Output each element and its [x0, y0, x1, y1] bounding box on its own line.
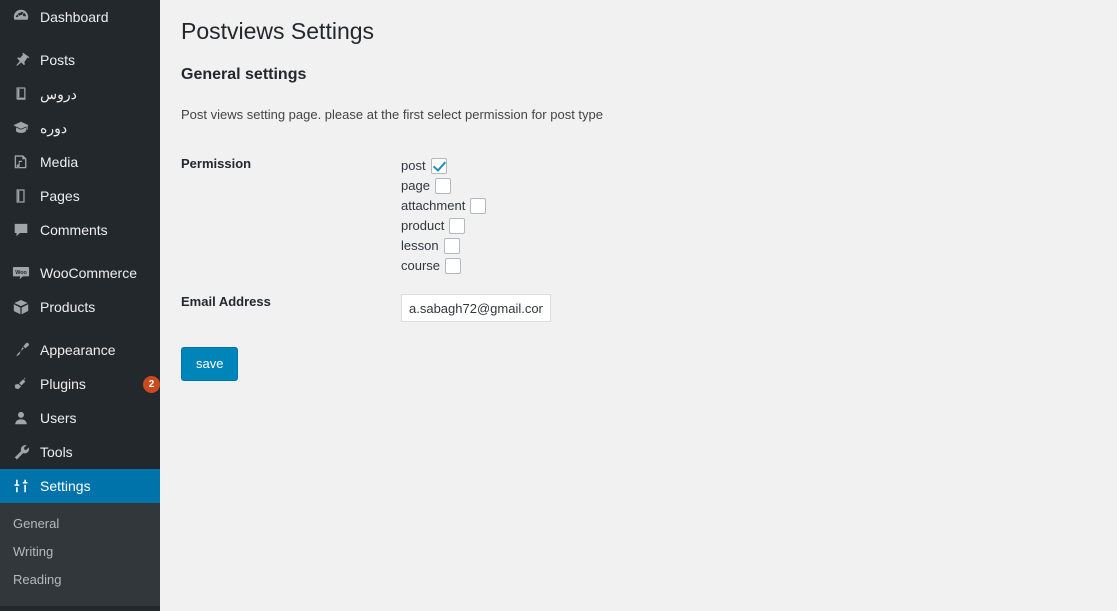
permission-checkbox-product[interactable] — [449, 218, 466, 234]
permission-option-course: course — [401, 256, 871, 276]
permission-option-label: post — [401, 158, 426, 173]
sidebar-item-label: Media — [40, 154, 79, 170]
pin-icon — [11, 50, 31, 70]
plug-icon — [11, 374, 31, 394]
sidebar-item-settings[interactable]: Settings — [0, 469, 168, 503]
email-label: Email Address — [181, 294, 271, 309]
sidebar-item-label: Pages — [40, 188, 80, 204]
sidebar-item-label: Tools — [40, 444, 73, 460]
section-title: General settings — [181, 66, 307, 83]
sidebar-item-label: Products — [40, 299, 96, 315]
sidebar-item-label: Comments — [40, 222, 108, 238]
sidebar-item-label: Dashboard — [40, 9, 109, 25]
menu-group: Woo WooCommerce Products — [0, 256, 160, 324]
menu-separator — [0, 324, 160, 333]
save-button[interactable]: save — [181, 347, 239, 381]
sidebar-item-products[interactable]: Products — [0, 290, 160, 324]
submenu-item-writing[interactable]: Writing — [0, 538, 160, 566]
menu-group: Posts دروس دوره Media Pages Comments — [0, 43, 160, 247]
menu-group: Dashboard — [0, 0, 160, 34]
email-address-input[interactable] — [401, 294, 551, 322]
sidebar-item-dashboard[interactable]: Dashboard — [0, 0, 160, 34]
sidebar-item-label: WooCommerce — [40, 265, 137, 281]
admin-page: Dashboard Posts دروس دوره Media Pages Comments… — [0, 0, 1117, 611]
permission-option-label: attachment — [401, 198, 466, 213]
page-icon — [11, 186, 31, 206]
permission-checkbox-attachment[interactable] — [470, 198, 487, 214]
sidebar-item-label: Posts — [40, 52, 76, 68]
sidebar-item-media[interactable]: Media — [0, 145, 160, 179]
sidebar-item-label: دوره — [40, 120, 68, 136]
main-content: Postviews Settings General settings Post… — [160, 0, 1117, 611]
permission-option-label: lesson — [401, 238, 439, 253]
sidebar-item-tools[interactable]: Tools — [0, 435, 160, 469]
permission-option-page: page — [401, 176, 871, 196]
sidebar-item-appearance[interactable]: Appearance — [0, 333, 160, 367]
permission-option-label: product — [401, 218, 445, 233]
sidebar-item-item-1-1[interactable]: دروس — [0, 77, 160, 111]
permission-option-attachment: attachment — [401, 196, 871, 216]
permission-option-product: product — [401, 216, 871, 236]
permission-options-cell: post page attachment product lesson course — [401, 147, 881, 285]
submenu-item-reading[interactable]: Reading — [0, 566, 160, 594]
sidebar-item-label: دروس — [40, 86, 77, 102]
settings-form-table: Permission post page attachment product less… — [181, 147, 881, 331]
wrench-icon — [11, 442, 31, 462]
permission-option-label: course — [401, 258, 441, 273]
graduation-cap-icon — [11, 118, 31, 138]
sidebar-item-label: Settings — [40, 478, 91, 494]
permission-checkbox-course[interactable] — [445, 258, 462, 274]
page-title: Postviews Settings — [181, 18, 375, 44]
settings-sliders-icon — [11, 476, 31, 496]
woocommerce-icon: Woo — [11, 263, 31, 283]
submenu-item-general[interactable]: General — [0, 510, 160, 538]
menu-separator — [0, 247, 160, 256]
permission-row: Permission post page attachment product less… — [181, 147, 881, 285]
sidebar-item-woocommerce[interactable]: Woo WooCommerce — [0, 256, 160, 290]
permission-option-label: page — [401, 178, 430, 193]
menu-group: Appearance Plugins 2 Users Tools Settings — [0, 333, 168, 503]
products-box-icon — [11, 297, 31, 317]
menu-separator — [0, 34, 160, 43]
dashboard-icon — [11, 7, 31, 27]
sidebar-item-pages[interactable]: Pages — [0, 179, 160, 213]
sidebar-item-users[interactable]: Users — [0, 401, 160, 435]
permission-checkbox-page[interactable] — [434, 178, 451, 194]
admin-menu: Dashboard Posts دروس دوره Media Pages Comments… — [0, 0, 168, 503]
permission-checkbox-post[interactable] — [430, 158, 447, 174]
svg-text:Woo: Woo — [15, 270, 27, 276]
permission-option-post: post — [401, 156, 871, 176]
permission-checkbox-lesson[interactable] — [443, 238, 460, 254]
permission-option-lesson: lesson — [401, 236, 871, 256]
section-description: Post views setting page. please at the f… — [181, 107, 603, 122]
comment-icon — [11, 220, 31, 240]
sidebar-item-label: Plugins — [40, 376, 86, 392]
update-count-badge: 2 — [143, 375, 160, 393]
sidebar-item-plugins[interactable]: Plugins 2 — [0, 367, 160, 401]
email-input-cell — [401, 285, 881, 331]
settings-submenu: General Writing Reading — [0, 503, 160, 606]
sidebar-item-label: Appearance — [40, 342, 116, 358]
email-row: Email Address — [181, 285, 881, 331]
admin-sidebar: Dashboard Posts دروس دوره Media Pages Comments… — [0, 0, 168, 611]
sidebar-item-item-1-2[interactable]: دوره — [0, 111, 160, 145]
user-icon — [11, 408, 31, 428]
book-icon — [11, 84, 31, 104]
permission-checkbox-group: post page attachment product lesson course — [401, 156, 871, 276]
paintbrush-icon — [11, 340, 31, 360]
media-icon — [11, 152, 31, 172]
sidebar-item-comments[interactable]: Comments — [0, 213, 160, 247]
permission-label: Permission — [181, 156, 252, 171]
sidebar-item-label: Users — [40, 410, 77, 426]
sidebar-item-posts[interactable]: Posts — [0, 43, 160, 77]
